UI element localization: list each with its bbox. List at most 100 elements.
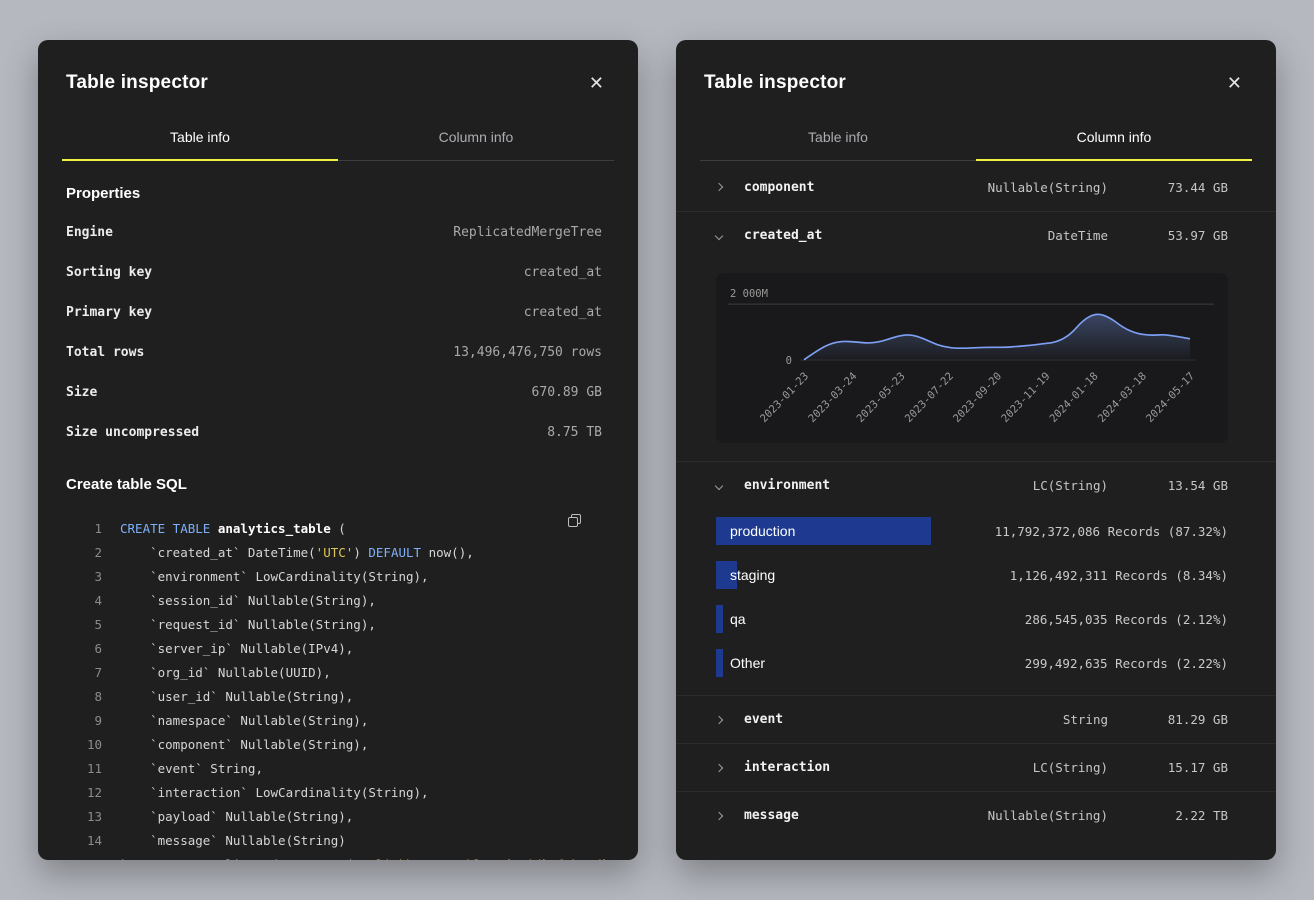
code-text: `org_id` Nullable(UUID), [120,661,331,685]
code-text: `namespace` Nullable(String), [120,709,368,733]
line-number: 1 [66,517,102,541]
property-label: Total rows [66,345,144,360]
columns-list: componentNullable(String)73.44 GBcreated… [676,161,1276,839]
property-row: Size uncompressed8.75 TB [38,412,638,452]
svg-text:2023-03-24: 2023-03-24 [806,369,860,425]
chevron-right-icon [716,717,744,723]
close-icon[interactable]: ✕ [1217,68,1252,98]
column-name: created_at [744,228,898,243]
sql-line: 12 `interaction` LowCardinality(String), [66,781,610,805]
sql-line: 13 `payload` Nullable(String), [66,805,610,829]
column-type: DateTime [898,228,1108,243]
line-number: 13 [66,805,102,829]
column-size: 81.29 GB [1108,712,1228,727]
tab-column-info[interactable]: Column info [976,116,1252,161]
code-text: `user_id` Nullable(String), [120,685,353,709]
column-size: 73.44 GB [1108,180,1228,195]
svg-text:2024-05-17: 2024-05-17 [1143,369,1197,425]
sql-line: 4 `session_id` Nullable(String), [66,589,610,613]
line-number: 2 [66,541,102,565]
copy-icon[interactable] [563,509,586,535]
sql-line: 5 `request_id` Nullable(String), [66,613,610,637]
sql-line: 2 `created_at` DateTime('UTC') DEFAULT n… [66,541,610,565]
created-at-distribution-chart: 2 000M02023-01-232023-03-242023-05-23202… [716,273,1228,443]
property-label: Sorting key [66,265,152,280]
chevron-right-icon [716,765,744,771]
column-size: 2.22 TB [1108,808,1228,823]
sql-line: 1 CREATE TABLE analytics_table ( [66,517,610,541]
distribution-label: staging [716,567,775,583]
distribution-label: qa [716,611,746,627]
distribution-value: 1,126,492,311 Records (8.34%) [1010,568,1228,583]
sql-line: 9 `namespace` Nullable(String), [66,709,610,733]
close-icon[interactable]: ✕ [579,68,614,98]
property-value: 8.75 TB [547,425,602,440]
svg-text:2023-11-19: 2023-11-19 [999,369,1053,425]
tab-table-info[interactable]: Table info [62,116,338,161]
line-number: 5 [66,613,102,637]
dialog-title: Table inspector [704,72,846,94]
code-text: CREATE TABLE analytics_table ( [120,517,346,541]
line-number: 10 [66,733,102,757]
sql-line: 7 `org_id` Nullable(UUID), [66,661,610,685]
distribution-row-qa: qa286,545,035 Records (2.12%) [676,597,1276,641]
column-row-created-at[interactable]: created_atDateTime53.97 GB [676,211,1276,259]
property-value: created_at [524,305,602,320]
column-type: Nullable(String) [898,808,1108,823]
properties-heading: Properties [38,161,638,212]
column-row-environment[interactable]: environmentLC(String)13.54 GB [676,461,1276,509]
code-text: `request_id` Nullable(String), [120,613,376,637]
table-inspector-dialog-left: Table inspector ✕ Table infoColumn info … [38,40,638,860]
svg-text:0: 0 [786,354,792,367]
property-label: Primary key [66,305,152,320]
sql-lines: 1CREATE TABLE analytics_table (2 `create… [66,517,610,860]
svg-text:2024-01-18: 2024-01-18 [1047,369,1101,425]
column-row-message[interactable]: messageNullable(String)2.22 TB [676,791,1276,839]
tab-table-info[interactable]: Table info [700,116,976,161]
tab-bar: Table infoColumn info [62,116,614,161]
column-name: message [744,808,898,823]
property-label: Engine [66,225,113,240]
code-text: `created_at` DateTime('UTC') DEFAULT now… [120,541,474,565]
code-text: `interaction` LowCardinality(String), [120,781,429,805]
property-value: ReplicatedMergeTree [453,225,602,240]
column-name: component [744,180,898,195]
distribution-row-production: production11,792,372,086 Records (87.32%… [676,509,1276,553]
dialog-title: Table inspector [66,72,208,94]
line-number: 14 [66,829,102,853]
sql-line: 6 `server_ip` Nullable(IPv4), [66,637,610,661]
svg-text:2023-09-20: 2023-09-20 [950,369,1004,425]
line-number: 8 [66,685,102,709]
code-text: `message` Nullable(String) [120,829,346,853]
column-row-component[interactable]: componentNullable(String)73.44 GB [676,163,1276,211]
line-number: 15 [66,853,102,860]
code-text: `server_ip` Nullable(IPv4), [120,637,353,661]
column-row-event[interactable]: eventString81.29 GB [676,695,1276,743]
sql-line: 14 `message` Nullable(String) [66,829,610,853]
svg-text:2023-05-23: 2023-05-23 [854,369,908,425]
column-row-interaction[interactable]: interactionLC(String)15.17 GB [676,743,1276,791]
code-text: `payload` Nullable(String), [120,805,353,829]
properties-list: Engine ReplicatedMergeTree Sorting key crea… [38,212,638,452]
code-text: `component` Nullable(String), [120,733,368,757]
column-name: interaction [744,760,898,775]
column-size: 13.54 GB [1108,478,1228,493]
tab-column-info[interactable]: Column info [338,116,614,161]
line-number: 9 [66,709,102,733]
distribution-value: 11,792,372,086 Records (87.32%) [995,524,1228,539]
sql-line: 11 `event` String, [66,757,610,781]
dialog-header: Table inspector ✕ [676,40,1276,108]
chevron-right-icon [716,184,744,190]
sql-line: 10 `component` Nullable(String), [66,733,610,757]
tab-bar: Table infoColumn info [700,116,1252,161]
sql-line: 15) ENGINE = ReplicatedMergeTree('/click… [66,853,610,860]
distribution-row-other: Other299,492,635 Records (2.22%) [676,641,1276,685]
sql-line: 8 `user_id` Nullable(String), [66,685,610,709]
table-inspector-dialog-right: Table inspector ✕ Table infoColumn info … [676,40,1276,860]
column-name: environment [744,478,898,493]
distribution-label: Other [716,655,765,671]
property-row: Primary key created_at [38,292,638,332]
line-number: 11 [66,757,102,781]
property-value: 13,496,476,750 rows [453,345,602,360]
property-value: 670.89 GB [532,385,602,400]
